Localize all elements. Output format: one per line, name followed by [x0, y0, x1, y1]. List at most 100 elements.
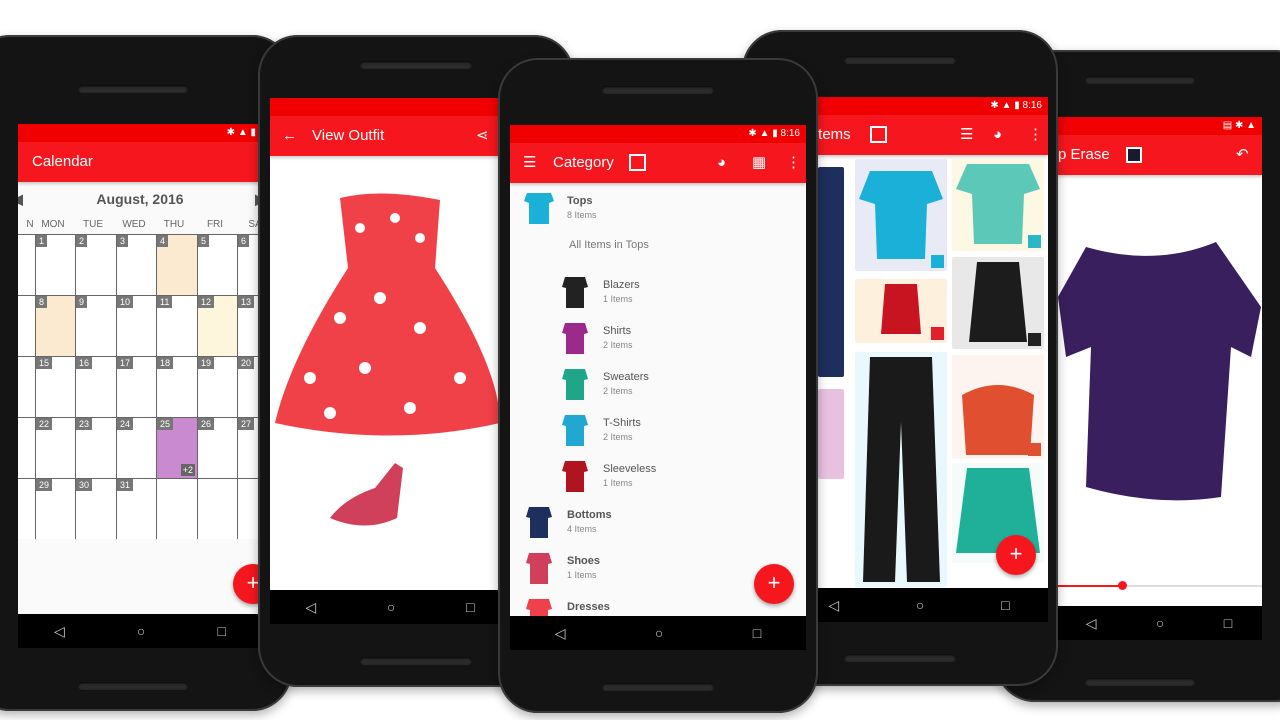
recents-button[interactable]: □	[1224, 615, 1232, 631]
nav-bar: ◁ ○ □	[1056, 606, 1262, 640]
menu-icon[interactable]: ☰	[523, 143, 536, 183]
palette-icon[interactable]: ◕	[717, 143, 726, 183]
calendar-day[interactable]: 11	[156, 295, 197, 356]
back-button[interactable]: ◁	[555, 625, 566, 642]
item-tile[interactable]	[855, 352, 947, 587]
calendar-title: Calendar	[32, 153, 93, 170]
recents-button[interactable]: □	[466, 599, 474, 615]
day-number: 4	[157, 235, 169, 247]
day-number: 10	[117, 296, 134, 308]
day-number: 19	[198, 357, 215, 369]
recents-button[interactable]: □	[217, 623, 225, 639]
share-icon[interactable]: ⋖	[476, 116, 489, 156]
weekday-label: WED	[122, 219, 146, 230]
item-tile[interactable]	[818, 167, 844, 377]
speaker	[1085, 678, 1195, 686]
calendar-day[interactable]: 16	[75, 356, 116, 417]
calendar-day[interactable]	[156, 478, 197, 539]
calendar-day[interactable]: 8	[35, 295, 76, 356]
home-button[interactable]: ○	[137, 623, 145, 639]
category-name: Tops	[567, 195, 593, 207]
calendar-day[interactable]: 10	[116, 295, 157, 356]
calendar-day[interactable]: 15	[35, 356, 76, 417]
tops-thumbnail	[524, 193, 554, 224]
item-tile[interactable]	[855, 159, 947, 271]
category-item[interactable]: Sleeveless 1 Items	[510, 455, 806, 501]
category-item[interactable]: Shirts 2 Items	[510, 317, 806, 363]
calendar-day[interactable]: 4	[156, 234, 197, 295]
calendar-day[interactable]: 30	[75, 478, 116, 539]
category-count: 2 Items	[603, 340, 633, 350]
category-thumbnail	[562, 461, 588, 492]
item-tile[interactable]	[952, 159, 1044, 251]
undo-icon[interactable]: ↶	[1236, 135, 1249, 175]
back-button[interactable]: ◁	[828, 597, 839, 614]
calendar-day[interactable]: 17	[116, 356, 157, 417]
item-tile[interactable]	[952, 355, 1044, 459]
calendar-day[interactable]: 26	[197, 417, 238, 478]
grid-view-icon[interactable]: ▦	[752, 143, 766, 183]
add-fab[interactable]: +	[754, 564, 794, 604]
recents-button[interactable]: □	[753, 625, 761, 641]
speaker	[1085, 76, 1195, 84]
arrow-left-icon[interactable]: ←	[282, 116, 297, 156]
recents-button[interactable]: □	[1001, 597, 1009, 613]
calendar-day[interactable]: 5	[197, 234, 238, 295]
home-button[interactable]: ○	[916, 597, 924, 613]
toolbar: ← View Outfit ⋖	[270, 116, 510, 156]
add-fab[interactable]: +	[996, 535, 1036, 575]
status-bar: ✱ ▲ ▮ 8:16	[790, 97, 1048, 115]
item-tile[interactable]	[952, 257, 1044, 349]
color-swatch[interactable]	[1126, 147, 1142, 163]
category-count: 1 Items	[603, 294, 633, 304]
outfit-screen: ← View Outfit ⋖ ◁ ○ □	[270, 98, 510, 624]
calendar-day[interactable]: 31	[116, 478, 157, 539]
calendar-day[interactable]: 3	[116, 234, 157, 295]
back-button[interactable]: ◁	[305, 599, 316, 616]
calendar-day[interactable]	[197, 478, 238, 539]
calendar-day[interactable]: 12	[197, 295, 238, 356]
list-view-icon[interactable]: ☰	[960, 115, 973, 155]
more-icon[interactable]: ⋮	[1028, 115, 1043, 155]
home-button[interactable]: ○	[655, 625, 663, 641]
calendar-day[interactable]: 2	[75, 234, 116, 295]
category-item[interactable]: Sweaters 2 Items	[510, 363, 806, 409]
category-item[interactable]: Bottoms 4 Items	[510, 501, 806, 547]
calendar-day[interactable]: 18	[156, 356, 197, 417]
calendar-screen: ✱ ▲ ▮ Calendar ◀ August, 2016 ▶ NMONTUEW…	[18, 124, 262, 648]
category-name: Shirts	[603, 325, 632, 337]
day-number: 15	[36, 357, 53, 369]
all-items-link[interactable]: All Items in Tops	[569, 239, 649, 251]
back-button[interactable]: ◁	[1086, 615, 1097, 632]
category-item-tops[interactable]: Tops 8 Items	[510, 187, 806, 233]
calendar-day[interactable]: 22	[35, 417, 76, 478]
palette-icon[interactable]: ◕	[993, 115, 1002, 155]
category-item[interactable]: Blazers 1 Items	[510, 271, 806, 317]
category-name: Shoes	[567, 555, 601, 567]
category-item[interactable]: T-Shirts 2 Items	[510, 409, 806, 455]
calendar-day[interactable]: 23	[75, 417, 116, 478]
more-icon[interactable]: ⋮	[786, 143, 801, 183]
category-name: Bottoms	[567, 509, 612, 521]
brush-size-slider[interactable]	[1056, 581, 1262, 590]
day-number: 24	[117, 418, 134, 430]
prev-month-icon[interactable]: ◀	[18, 182, 23, 217]
status-bar: ▤ ✱ ▲	[1056, 117, 1262, 135]
home-button[interactable]: ○	[1156, 615, 1164, 631]
calendar-day[interactable]: 9	[75, 295, 116, 356]
item-tile[interactable]	[818, 389, 844, 479]
calendar-day[interactable]: 25 +2	[156, 417, 197, 478]
item-tile[interactable]	[855, 279, 947, 343]
select-all-checkbox[interactable]	[870, 126, 887, 143]
items-title: Items	[814, 126, 851, 143]
calendar-day[interactable]: 24	[116, 417, 157, 478]
weekday-label: THU	[163, 219, 185, 230]
back-button[interactable]: ◁	[54, 623, 65, 640]
calendar-day[interactable]: 1	[35, 234, 76, 295]
home-button[interactable]: ○	[387, 599, 395, 615]
select-all-checkbox[interactable]	[629, 154, 646, 171]
calendar-day[interactable]: 29	[35, 478, 76, 539]
calendar-day[interactable]: 19	[197, 356, 238, 417]
day-number: 16	[76, 357, 93, 369]
shirt-image	[1058, 242, 1261, 501]
